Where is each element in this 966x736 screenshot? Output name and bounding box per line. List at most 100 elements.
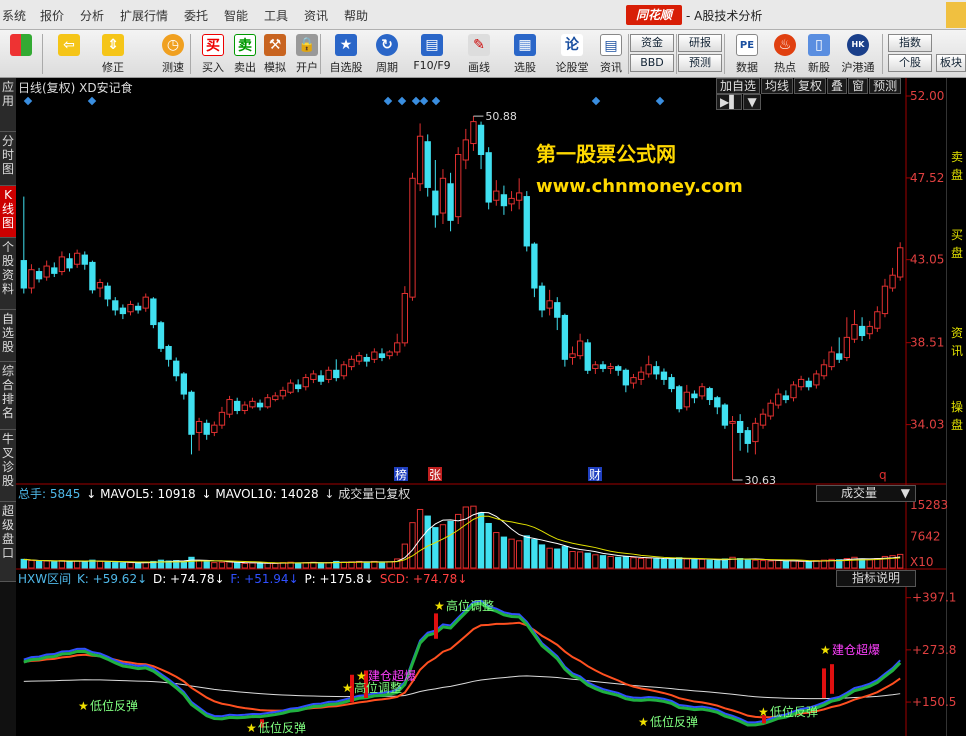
candle-body [195, 420, 203, 433]
candle-body [889, 274, 896, 289]
candle-body [546, 300, 553, 309]
volume-bar [203, 561, 210, 569]
volume-bar [767, 560, 774, 569]
candle-body [226, 399, 233, 415]
candle-body [615, 366, 622, 371]
indicator-value: F: +51.94↓ [230, 572, 303, 586]
candle-body [119, 307, 127, 315]
volume-bar [531, 539, 538, 569]
candle-body [73, 252, 81, 265]
signal-label: 低位反弹 [90, 698, 138, 713]
candle-body [173, 360, 180, 377]
volume-bar [668, 558, 675, 569]
volume-bar [51, 561, 58, 569]
candle-body [698, 386, 706, 397]
volume-bar [493, 532, 500, 569]
indicator-axis-label: +150.5 [912, 695, 956, 709]
volume-bar [698, 558, 706, 569]
volume-bar [897, 553, 904, 569]
candle-body [759, 413, 767, 426]
candle-body [203, 422, 210, 435]
candle-body [736, 420, 744, 433]
candle-body [515, 192, 523, 201]
signal-label: 低位反弹 [650, 714, 698, 729]
candle-body [211, 424, 218, 433]
candle-body [828, 351, 835, 368]
marker-label: q [879, 468, 887, 482]
volume-bar [363, 561, 370, 569]
chevron-down-icon: ▼ [900, 486, 910, 500]
signal-label: 建仓超爆 [368, 668, 416, 683]
indicator-value: SCD: +74.78↓ [379, 572, 468, 586]
signal-star-icon: ★ [342, 681, 353, 695]
candle-body [470, 121, 477, 145]
candle-body [134, 305, 142, 311]
candle-body [538, 285, 546, 311]
volume-bar [81, 561, 88, 569]
volume-bar [180, 560, 188, 569]
candle-body [447, 183, 454, 221]
signal-diamond-icon [431, 96, 441, 106]
volume-bar [759, 560, 767, 569]
volume-bar [691, 559, 698, 569]
volume-bar [211, 562, 218, 569]
candle-body [592, 364, 599, 369]
candle-body [104, 285, 111, 300]
candle-body [874, 311, 881, 329]
volume-bar [546, 547, 553, 569]
signal-diamond-icon [383, 96, 393, 106]
candle-body [439, 177, 447, 214]
volume-bar [249, 562, 256, 569]
marker-label: 财 [589, 468, 601, 482]
candle-body [858, 325, 866, 337]
candle-body [165, 346, 172, 360]
candle-body [150, 298, 157, 326]
candle-body [676, 386, 683, 410]
candle-body [234, 400, 241, 412]
candle-body [820, 364, 828, 377]
volume-bar [736, 558, 744, 569]
watermark-title: 第一股票公式网 [536, 142, 676, 166]
volume-bar [477, 512, 485, 569]
volume-bar [866, 559, 873, 569]
volume-bar [424, 515, 431, 569]
volume-bar [234, 562, 241, 569]
candle-body [127, 303, 134, 313]
candle-body [455, 154, 462, 218]
signal-label: 低位反弹 [770, 704, 818, 719]
volume-bar [645, 557, 652, 569]
candle-body [378, 353, 386, 358]
candle-body [401, 292, 409, 344]
candle-body [691, 393, 698, 399]
volume-bar [195, 560, 203, 569]
indicator-value: HXW区间 [18, 572, 75, 586]
candle-body [569, 353, 576, 358]
indicator-help-button[interactable]: 指标说明 [836, 570, 916, 587]
volume-axis-label: 7642 [910, 529, 941, 543]
volume-bar [744, 559, 751, 569]
volume-bar [706, 559, 713, 569]
signal-star-icon: ★ [434, 599, 445, 613]
candle-body [386, 351, 393, 357]
signal-star-icon: ★ [638, 715, 649, 729]
candle-body [493, 190, 500, 201]
volume-bar [325, 562, 332, 569]
candle-body [767, 402, 774, 417]
indicator-header: HXW区间 K: +59.62↓ D: +74.78↓ F: +51.94↓ P… [16, 570, 916, 588]
volume-indicator-select[interactable]: 成交量 ▼ [816, 485, 916, 502]
indicator-value: K: +59.62↓ [76, 572, 151, 586]
candle-body [394, 342, 401, 353]
chart-canvas[interactable]: 52.0047.5243.0538.5134.0350.8830.63榜张财 q1… [0, 0, 966, 736]
high-price-label: 50.88 [485, 110, 517, 123]
volume-bar [66, 560, 73, 569]
price-axis-label: 43.05 [910, 253, 944, 267]
candle-body [790, 384, 797, 399]
candle-body [58, 256, 66, 273]
volume-bar [622, 556, 630, 569]
candle-body [881, 285, 889, 315]
candle-body [272, 395, 279, 401]
signal-diamond-icon [23, 96, 33, 106]
volume-bar [508, 538, 515, 569]
indicator-p-line [23, 675, 901, 700]
volume-bar [272, 562, 279, 569]
